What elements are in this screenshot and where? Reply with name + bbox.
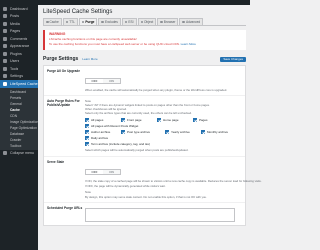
scheduled-purge-urls-textarea[interactable] <box>85 208 235 222</box>
tab-advanced[interactable]: Advanced <box>179 18 204 25</box>
checkbox-checked-icon <box>193 118 197 122</box>
sidebar-item-media[interactable]: Media <box>0 20 38 28</box>
sidebar-item-tools[interactable]: Tools <box>0 65 38 73</box>
main-content: LiteSpeed Cache Settings Cache TTL Purge… <box>43 8 262 226</box>
checkbox-yearly-archive[interactable]: Yearly archive <box>165 129 197 135</box>
media-icon <box>3 21 7 26</box>
collapse-menu-button[interactable]: Collapse menu <box>0 150 38 158</box>
setting-description: Select which pages will be automatically… <box>85 148 189 152</box>
checkbox-checked-icon <box>85 130 89 134</box>
setting-label: Serve Stale <box>47 160 65 164</box>
purge-icon <box>81 20 85 24</box>
purge-settings-panel: Purge All On Upgrade OFF ON When enabled… <box>43 65 262 226</box>
notice-line-2: To use the caching functions you must ha… <box>49 41 196 46</box>
sidebar-item-appearance[interactable]: Appearance <box>0 43 38 51</box>
esi-icon <box>124 20 128 24</box>
tab-cache[interactable]: Cache <box>43 18 62 25</box>
checkbox-checked-icon <box>121 118 125 122</box>
settings-tabs: Cache TTL Purge Excludes ESI Object Brow… <box>43 18 246 26</box>
auto-purge-note: Note Select "All" if there are dynamic w… <box>85 99 242 115</box>
purge-upgrade-off[interactable]: OFF <box>86 79 103 83</box>
warning-notice: WARNING LSCache caching functions on thi… <box>43 30 246 50</box>
sidebar-item-plugins[interactable]: Plugins <box>0 50 38 58</box>
admin-sidebar: Dashboard Posts Media Pages Comments App… <box>0 5 38 250</box>
setting-row-scheduled-purge: Scheduled Purge URLs <box>44 203 245 225</box>
tab-purge[interactable]: Purge <box>78 18 98 25</box>
tab-esi[interactable]: ESI <box>121 18 137 25</box>
page-title: LiteSpeed Cache Settings <box>43 9 113 15</box>
excludes-icon <box>101 20 104 24</box>
auto-purge-options: All pages Front page Home page Pages All… <box>85 117 242 147</box>
tab-browser[interactable]: Browser <box>157 18 179 25</box>
settings-icon <box>3 74 7 79</box>
page-icon <box>3 29 7 34</box>
sidebar-item-dashboard[interactable]: Dashboard <box>0 5 38 13</box>
section-learn-more-link[interactable]: Learn More <box>82 57 97 61</box>
note-line: By design, this option may serve stale c… <box>85 195 207 199</box>
litespeed-icon <box>3 81 7 86</box>
save-changes-button[interactable]: Save Changes <box>220 56 246 62</box>
sidebar-item-posts[interactable]: Posts <box>0 13 38 21</box>
setting-row-serve-stale: Serve Stale OFF ON If ON, the stale copy… <box>44 157 262 203</box>
object-icon <box>140 20 144 24</box>
checkbox-checked-icon <box>165 130 169 134</box>
setting-label: Scheduled Purge URLs <box>47 206 83 210</box>
section-title: Purge Settings <box>43 56 79 62</box>
pin-icon <box>3 14 7 19</box>
sidebar-item-settings[interactable]: Settings <box>0 73 38 81</box>
setting-label: Purge All On Upgrade <box>47 69 80 73</box>
sidebar-item-comments[interactable]: Comments <box>0 35 38 43</box>
setting-description-2: If OFF, the page will be dynamically gen… <box>85 184 166 188</box>
dashboard-icon <box>3 6 7 11</box>
tab-excludes[interactable]: Excludes <box>98 18 121 25</box>
checkbox-post-type-archive[interactable]: Post type archive <box>121 129 161 135</box>
sidebar-item-users[interactable]: Users <box>0 58 38 66</box>
tab-ttl[interactable]: TTL <box>62 18 78 25</box>
browser-icon <box>160 20 163 24</box>
brush-icon <box>3 44 7 49</box>
litespeed-submenu: Dashboard Presets General Cache CDN Imag… <box>0 87 38 150</box>
note-line-3: Select only the archive types that are c… <box>85 111 192 115</box>
checkbox-checked-icon <box>85 136 89 140</box>
note-title: Note <box>85 190 91 194</box>
setting-row-auto-purge: Auto Purge Rules For Publish/Update Note… <box>44 96 245 157</box>
checkbox-checked-icon <box>157 118 161 122</box>
serve-stale-toggle: OFF ON <box>85 169 121 175</box>
ttl-icon <box>65 20 69 24</box>
advanced-icon <box>182 20 185 24</box>
serve-stale-on[interactable]: ON <box>103 170 120 174</box>
setting-description: When enabled, the cache will automatical… <box>85 88 228 92</box>
cache-icon <box>46 20 49 24</box>
checkbox-checked-icon <box>121 130 125 134</box>
serve-stale-off[interactable]: OFF <box>86 170 103 174</box>
checkbox-term-archive[interactable]: Term archive (include category, tag, and… <box>85 141 238 147</box>
tab-object[interactable]: Object <box>137 18 157 25</box>
user-icon <box>3 59 7 64</box>
wrench-icon <box>3 66 7 71</box>
checkbox-checked-icon <box>85 118 89 122</box>
purge-upgrade-on[interactable]: ON <box>103 79 120 83</box>
checkbox-checked-icon <box>201 130 205 134</box>
purge-upgrade-toggle: OFF ON <box>85 78 121 84</box>
checkbox-checked-icon <box>85 142 89 146</box>
comment-icon <box>3 36 7 41</box>
setting-description-1: If ON, the stale copy of a cached page w… <box>85 179 262 183</box>
section-header: Purge Settings Learn More Save Changes <box>43 55 246 63</box>
setting-label: Auto Purge Rules For Publish/Update <box>47 99 80 107</box>
checkbox-checked-icon <box>85 124 89 128</box>
sidebar-item-litespeed[interactable]: LiteSpeed Cache <box>0 80 38 88</box>
plugin-icon <box>3 51 7 56</box>
collapse-icon <box>3 151 7 156</box>
submenu-item-toolbox[interactable]: Toolbox <box>0 143 38 149</box>
sidebar-item-pages[interactable]: Pages <box>0 28 38 36</box>
notice-learn-more-link[interactable]: Learn More <box>181 42 196 46</box>
setting-row-purge-upgrade: Purge All On Upgrade OFF ON When enabled… <box>44 66 245 96</box>
checkbox-monthly-archive[interactable]: Monthly archive <box>201 129 233 135</box>
